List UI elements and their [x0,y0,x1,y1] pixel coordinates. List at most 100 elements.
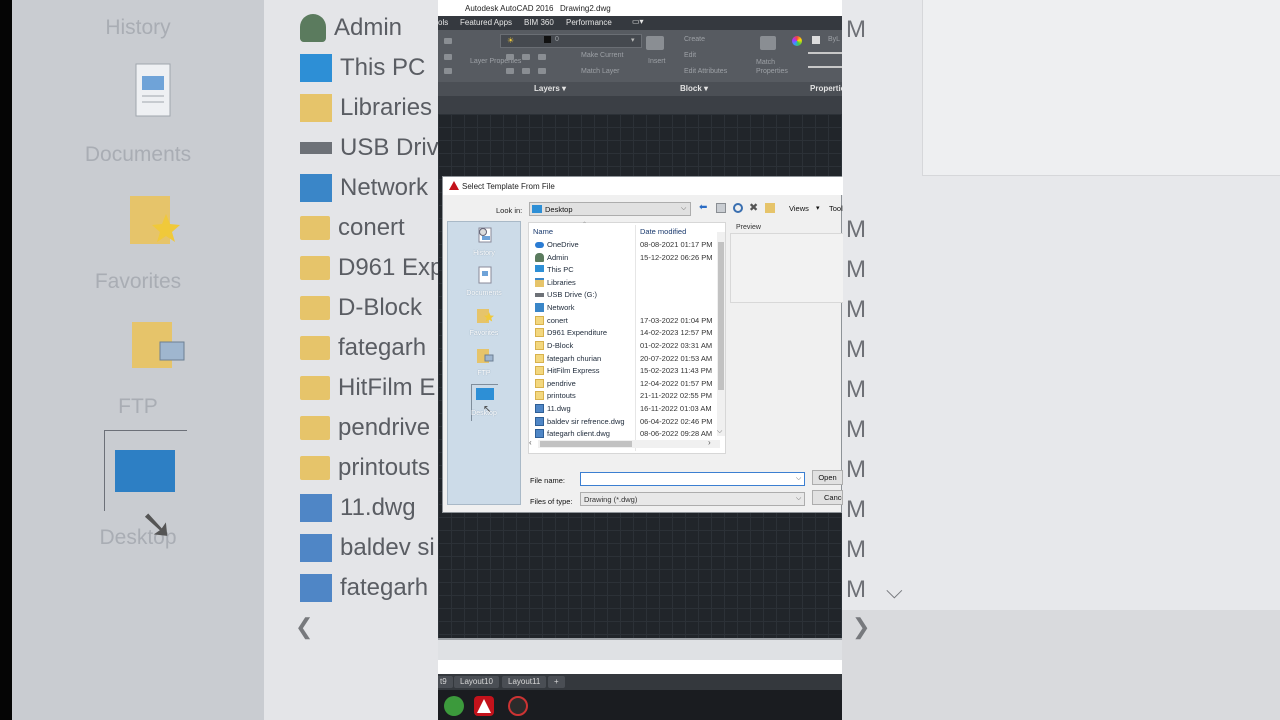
bg-place-history: History [105,16,171,39]
delete-icon[interactable]: ✖ [749,203,759,214]
make-current-button[interactable]: Make Current [581,52,623,59]
file-row[interactable]: Libraries [529,277,721,289]
desktop-icon [115,450,175,492]
bg-list-item: USB Drive [300,130,452,166]
layout-tab-layout11[interactable]: Layout11 [502,676,547,688]
files-of-type-label: Files of type: [530,497,573,506]
layer-tool-icon[interactable] [522,54,530,60]
place-documents[interactable]: Documents [448,264,520,302]
scroll-left-icon[interactable]: ‹ [529,438,532,447]
place-favorites[interactable]: Favorites [448,304,520,342]
tab-featured-apps[interactable]: Featured Apps [460,18,512,27]
place-desktop[interactable]: Desktop ↖ [448,384,520,422]
file-row[interactable]: HitFilm Express 15-02-2023 11:43 PM [529,365,721,377]
chevron-down-icon[interactable]: ⌵ [796,475,801,483]
obs-icon[interactable] [508,696,528,716]
panel-layers[interactable]: Layers [534,84,560,93]
file-row[interactable]: pendrive 12-04-2022 01:57 PM [529,378,721,390]
search-web-icon[interactable] [733,203,743,213]
dwg-icon [300,534,332,562]
add-layout-button[interactable]: + [548,676,565,688]
create-block-button[interactable]: Create [684,36,705,43]
panel-block[interactable]: Block [680,84,702,93]
file-row[interactable]: fategarh churian 20-07-2022 01:53 AM [529,353,721,365]
file-row[interactable]: D961 Expenditure 14-02-2023 12:57 PM [529,327,721,339]
column-name-header[interactable]: Name [533,227,553,236]
layout-tab-layout10[interactable]: Layout10 [454,676,499,688]
libraries-icon [300,94,332,122]
column-date-header[interactable]: Date modified [640,227,686,236]
file-row[interactable]: Admin 15-12-2022 06:26 PM [529,252,721,264]
layer-tool-icon[interactable] [506,54,514,60]
folder-icon [300,216,330,240]
edit-block-button[interactable]: Edit [684,52,696,59]
tab-performance[interactable]: Performance [566,18,612,27]
layout-tab[interactable]: t9 [438,676,453,688]
insert-block-icon[interactable] [646,36,664,50]
file-row[interactable]: OneDrive 08-08-2021 01:17 PM [529,239,721,251]
scrollbar-thumb[interactable] [718,242,724,390]
utorrent-icon[interactable] [444,696,464,716]
layer-tool-icon[interactable] [444,38,452,44]
insert-button[interactable]: Insert [648,58,666,65]
match-layer-button[interactable]: Match Layer [581,68,620,75]
layer-tool-icon[interactable] [444,54,452,60]
chevron-down-icon[interactable]: ▾ [562,84,566,93]
command-input[interactable] [438,660,842,674]
place-history[interactable]: History [448,224,520,262]
bg-list-item: Libraries [300,90,432,126]
chevron-down-icon[interactable]: ▾ [816,204,820,212]
layer-tool-icon[interactable] [444,68,452,74]
folder-icon [300,456,330,480]
file-list: ⌃ Name Date modified OneDrive 08-08-2021 … [528,222,726,454]
panel-properties[interactable]: Propertie [810,84,842,93]
file-row[interactable]: Network [529,302,721,314]
color-wheel-icon[interactable] [792,36,802,46]
new-folder-icon[interactable] [765,203,775,213]
layer-tool-icon[interactable] [506,68,514,74]
cancel-button[interactable]: Cance [812,490,843,505]
up-folder-icon[interactable] [716,203,726,213]
vertical-scrollbar[interactable]: ⌵ [717,232,725,436]
layer-tool-icon[interactable] [522,68,530,74]
bg-list-item: conert [300,210,405,246]
layer-tool-icon[interactable] [538,68,546,74]
tools-menu[interactable]: Tools [829,204,843,213]
panel-toggle-icon[interactable]: ▭▾ [632,17,644,26]
file-row[interactable]: 11.dwg 16-11-2022 01:03 AM [529,403,721,415]
file-row[interactable]: fategarh client.dwg 08-06-2022 09:28 AM [529,428,721,440]
lineweight-line[interactable] [808,52,842,54]
horizontal-scrollbar[interactable]: ‹ › [529,438,720,448]
edit-attributes-button[interactable]: Edit Attributes [684,68,727,75]
file-row[interactable]: baldev sir refrence.dwg 06-04-2022 02:46 … [529,416,721,428]
chevron-down-icon[interactable]: ▾ [704,84,708,93]
scroll-right-icon[interactable]: › [708,438,711,447]
linetype-line[interactable] [808,66,842,68]
scroll-down-icon[interactable]: ⌵ [717,428,722,436]
files-of-type-select[interactable]: Drawing (*.dwg) ⌵ [580,492,805,506]
file-row[interactable]: conert 17-03-2022 01:04 PM [529,315,721,327]
file-name-input[interactable]: ⌵ [580,472,805,486]
bg-date-fragment: M [846,576,866,603]
places-sidebar: History Documents Favorites FTP Desktop … [447,221,521,505]
look-in-label: Look in: [496,206,523,215]
file-row[interactable]: USB Drive (G:) [529,289,721,301]
layer-tool-icon[interactable] [538,54,546,60]
command-line[interactable] [438,638,842,662]
open-button[interactable]: Open [812,470,843,485]
file-row[interactable]: printouts 21-11-2022 02:55 PM [529,390,721,402]
place-ftp[interactable]: FTP [448,344,520,382]
layer-dropdown[interactable]: ☀ 0 ▾ [500,34,642,48]
bg-date-fragment: M [846,256,866,283]
match-properties-label[interactable]: Match Properties [756,58,790,76]
views-menu[interactable]: Views [789,204,809,213]
match-properties-icon[interactable] [760,36,776,50]
back-icon[interactable]: ⬅ [699,203,709,213]
scrollbar-thumb[interactable] [540,441,632,447]
file-row[interactable]: This PC [529,264,721,276]
file-row[interactable]: D-Block 01-02-2022 03:31 AM [529,340,721,352]
tab-tools[interactable]: ols [438,18,448,27]
tab-bim-360[interactable]: BIM 360 [524,18,554,27]
look-in-dropdown[interactable]: Desktop ⌵ [529,202,691,216]
autocad-icon[interactable] [474,696,494,716]
